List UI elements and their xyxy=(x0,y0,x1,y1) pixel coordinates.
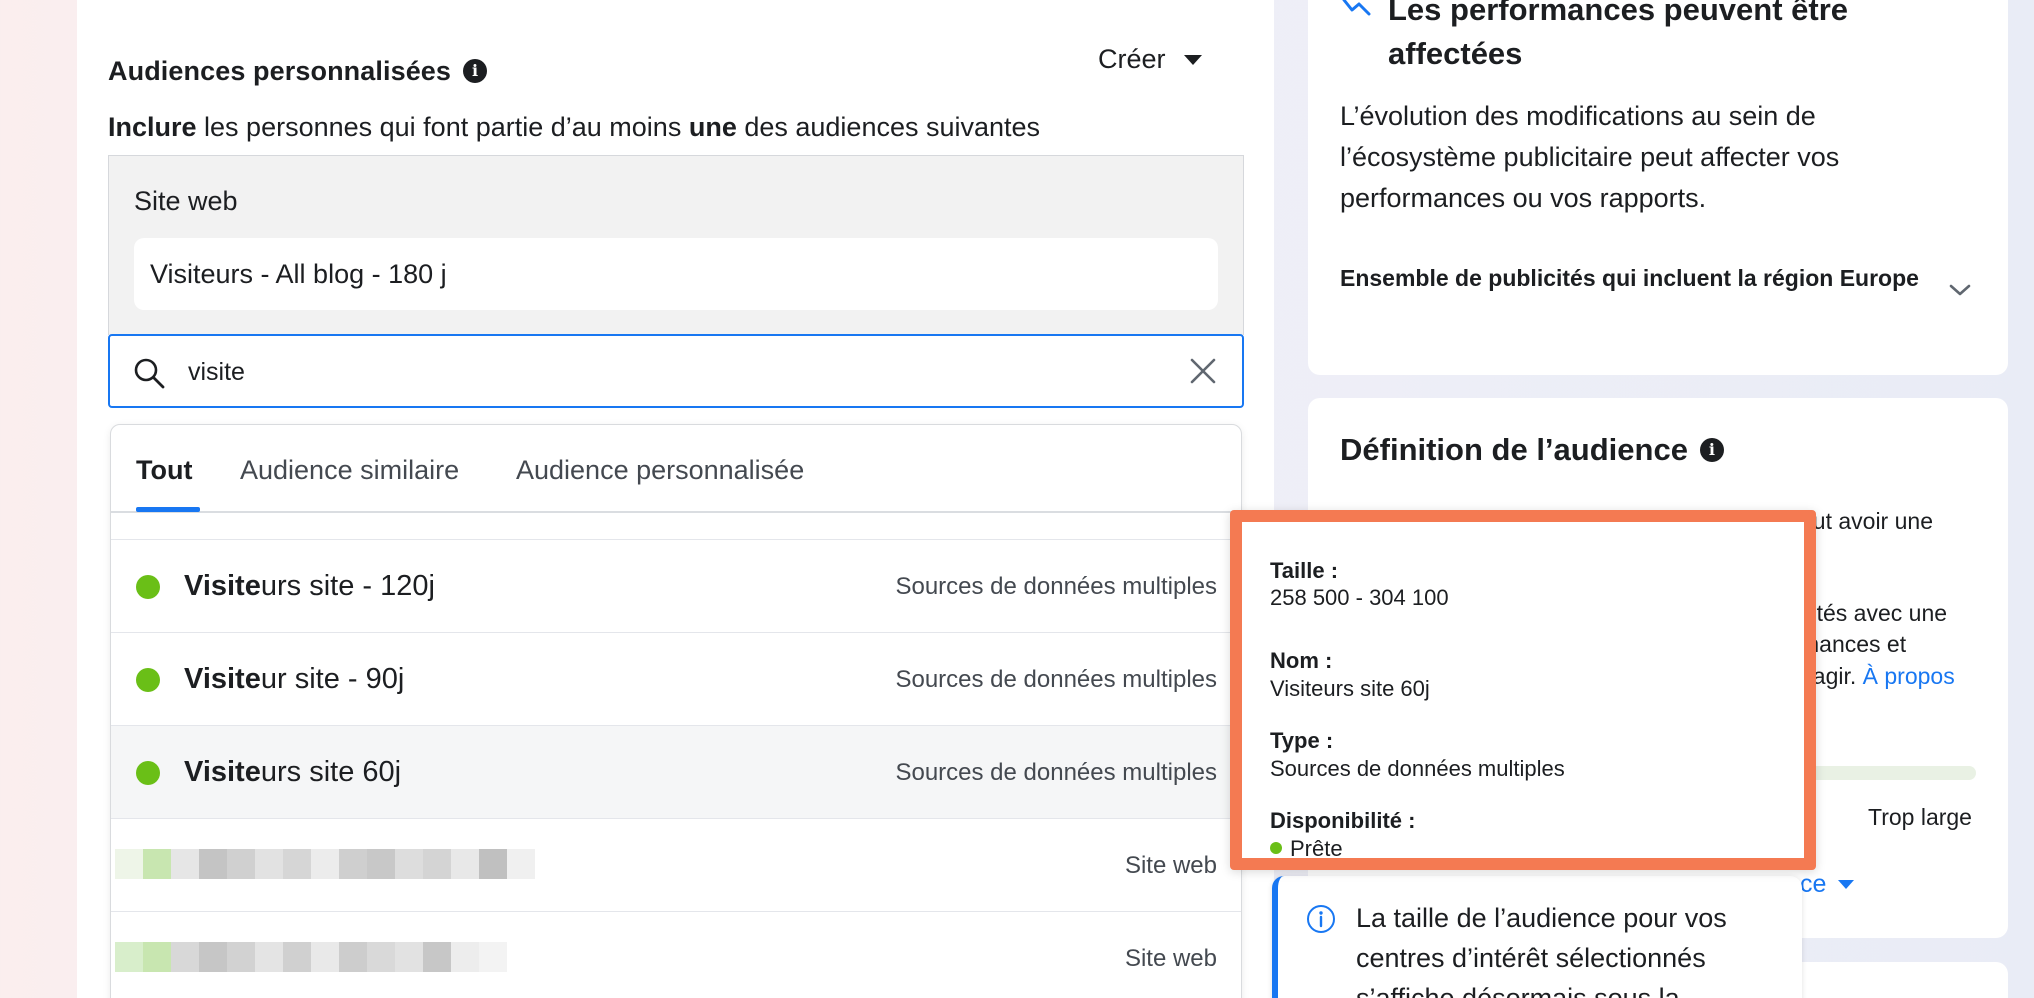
tab-custom-audience[interactable]: Audience personnalisée xyxy=(516,455,804,486)
info-circle-icon xyxy=(1307,905,1335,933)
include-keyword: Inclure xyxy=(108,112,197,142)
result-source: Site web xyxy=(1124,945,1217,972)
availability-label: Disponibilité : xyxy=(1270,808,1416,833)
result-row[interactable]: Visiteur site - 90j Sources de données m… xyxy=(111,632,1241,725)
availability-value: Prête xyxy=(1270,836,1343,862)
status-dot xyxy=(136,668,160,692)
active-tab-indicator xyxy=(136,507,200,512)
about-link[interactable]: À propos xyxy=(1863,663,1955,689)
info-icon[interactable]: i xyxy=(1699,437,1724,462)
definition-title-text: Définition de l’audience xyxy=(1340,432,1688,467)
close-icon[interactable] xyxy=(1188,356,1218,386)
result-row-redacted[interactable]: Site web xyxy=(111,911,1241,998)
selected-audience-chip[interactable]: Visiteurs - All blog - 180 j xyxy=(134,238,1218,310)
performance-title: Les performances peuvent être affectées xyxy=(1388,0,1849,71)
result-row-redacted[interactable]: Site web xyxy=(111,818,1241,911)
tab-all[interactable]: Tout xyxy=(136,455,192,486)
audience-size-meter xyxy=(1800,766,1976,780)
audience-detail-tooltip: Taille : 258 500 - 304 100 Nom : Visiteu… xyxy=(1230,510,1816,870)
definition-title: Définition de l’audience i xyxy=(1340,432,1724,468)
create-button[interactable]: Créer xyxy=(1098,44,1202,75)
notice-text: La taille de l’audience pour vos centres… xyxy=(1356,903,1727,998)
include-text: les personnes qui font partie d’au moins xyxy=(196,112,689,142)
performance-description: L’évolution des modifications au sein de… xyxy=(1340,101,1840,213)
include-instruction: Inclure les personnes qui font partie d’… xyxy=(108,112,1040,143)
result-source: Site web xyxy=(1124,852,1217,879)
redacted-name xyxy=(115,942,507,972)
meter-label: Trop large xyxy=(1868,804,1972,830)
type-label: Type : xyxy=(1270,728,1334,753)
result-name: Visiteurs site - 120j xyxy=(184,570,435,602)
ready-status-dot xyxy=(1270,842,1282,855)
include-keyword-one: une xyxy=(688,112,737,142)
result-row-hovered[interactable]: Visiteurs site 60j Sources de données mu… xyxy=(111,725,1241,818)
definition-text-fragment: cités avec une xyxy=(1800,600,1948,626)
more-link[interactable]: ce xyxy=(1800,870,1855,899)
status-dot xyxy=(136,761,160,785)
info-icon[interactable]: i xyxy=(463,58,488,83)
include-text-end: des audiences suivantes xyxy=(736,112,1041,142)
size-label: Taille : xyxy=(1270,558,1339,583)
result-name: Visiteur site - 90j xyxy=(184,663,405,695)
section-title: Audiences personnalisées i xyxy=(108,56,488,87)
definition-text-fragment: éagir. À propos xyxy=(1800,663,1955,689)
definition-text-fragment: eut avoir une xyxy=(1800,508,1933,534)
caret-down-icon xyxy=(1838,880,1855,889)
result-source: Sources de données multiples xyxy=(895,573,1217,600)
caret-down-icon xyxy=(1183,54,1202,65)
type-value: Sources de données multiples xyxy=(1270,756,1565,781)
result-name: Visiteurs site 60j xyxy=(184,756,402,788)
tab-lookalike[interactable]: Audience similaire xyxy=(240,455,459,486)
group-label: Site web xyxy=(134,186,238,216)
search-icon xyxy=(134,358,165,389)
size-value: 258 500 - 304 100 xyxy=(1270,585,1449,610)
redacted-name xyxy=(115,849,535,879)
custom-audiences-title: Audiences personnalisées xyxy=(108,56,452,86)
name-value: Visiteurs site 60j xyxy=(1270,676,1430,701)
search-results-dropdown: Tout Audience similaire Audience personn… xyxy=(110,424,1242,998)
audience-search-box xyxy=(108,334,1244,408)
audience-size-notice: La taille de l’audience pour vos centres… xyxy=(1272,876,1802,998)
selected-audience-group: Site web Visiteurs - All blog - 180 j xyxy=(108,155,1244,335)
region-europe-toggle[interactable]: Ensemble de publicités qui incluent la r… xyxy=(1340,262,1920,294)
search-input[interactable] xyxy=(188,350,1148,394)
availability-text: Prête xyxy=(1290,836,1343,861)
result-row[interactable]: Visiteurs site - 120j Sources de données… xyxy=(111,539,1241,632)
performance-trend-icon xyxy=(1342,0,1371,16)
status-dot xyxy=(136,575,160,599)
results-tabs: Tout Audience similaire Audience personn… xyxy=(111,425,1241,513)
result-source: Sources de données multiples xyxy=(895,759,1217,786)
chevron-down-icon[interactable] xyxy=(1948,282,1972,298)
name-label: Nom : xyxy=(1270,648,1333,673)
create-button-label: Créer xyxy=(1098,44,1166,74)
result-source: Sources de données multiples xyxy=(895,666,1217,693)
